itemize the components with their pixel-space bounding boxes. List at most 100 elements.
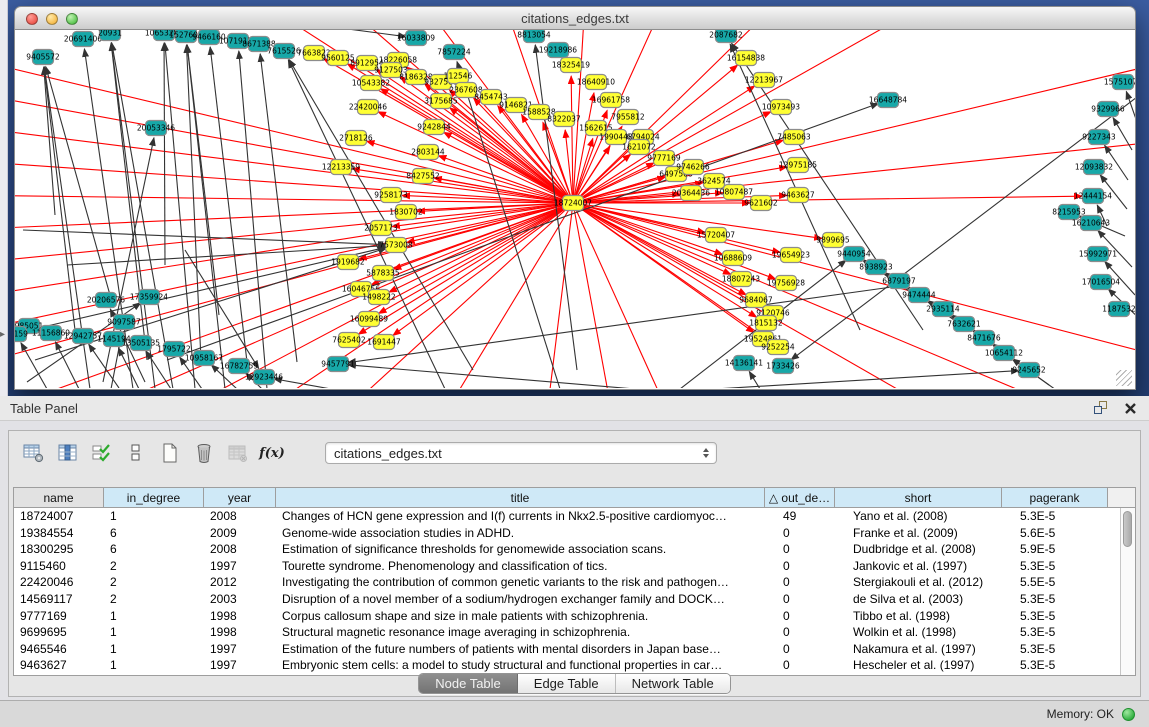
- graph-node[interactable]: 16210643: [1072, 216, 1110, 231]
- table-row[interactable]: 1938455462009Genome-wide association stu…: [14, 525, 1120, 542]
- close-window-button[interactable]: [26, 13, 38, 25]
- graph-node[interactable]: 7857224: [437, 45, 471, 60]
- graph-node[interactable]: 1815132: [749, 316, 783, 331]
- graph-node[interactable]: 17016504: [1082, 275, 1120, 290]
- graph-node[interactable]: 2057173: [364, 221, 398, 236]
- graph-node[interactable]: 22420046: [349, 100, 387, 115]
- column-header-title[interactable]: title: [276, 488, 765, 507]
- table-row[interactable]: 977716911998Corpus callosum shape and si…: [14, 608, 1120, 625]
- table-row[interactable]: 969969511998Structural magnetic resonanc…: [14, 624, 1120, 641]
- graph-node[interactable]: 10958167: [185, 351, 223, 366]
- graph-node[interactable]: 9329966: [1091, 102, 1125, 117]
- column-header-pagerank[interactable]: pagerank: [1002, 488, 1108, 507]
- graph-node[interactable]: 16782759: [220, 359, 258, 374]
- function-builder-icon[interactable]: f(x): [257, 439, 287, 467]
- network-window-titlebar[interactable]: citations_edges.txt: [14, 6, 1136, 30]
- close-panel-icon[interactable]: [1124, 402, 1137, 415]
- graph-node[interactable]: 7615526: [267, 44, 301, 59]
- table-settings-icon[interactable]: [19, 439, 49, 467]
- graph-node[interactable]: 8471676: [967, 331, 1001, 346]
- zoom-window-button[interactable]: [66, 13, 78, 25]
- new-table-icon[interactable]: [155, 439, 185, 467]
- graph-node[interactable]: 20053346: [137, 121, 175, 136]
- graph-node[interactable]: 16033809: [397, 31, 435, 46]
- table-row[interactable]: 2242004622012Investigating the contribut…: [14, 574, 1120, 591]
- graph-node[interactable]: 16099489: [350, 312, 388, 327]
- graph-node[interactable]: 2803144: [411, 145, 445, 160]
- import-table-icon[interactable]: [223, 439, 253, 467]
- network-canvas[interactable]: 1872400776638229560125891295418226058912…: [14, 30, 1136, 390]
- graph-node[interactable]: 18325419: [552, 58, 590, 73]
- graph-node[interactable]: 14136141: [725, 356, 763, 371]
- graph-node[interactable]: 9245652: [1012, 363, 1046, 378]
- graph-node[interactable]: 2718126: [339, 131, 373, 146]
- table-scrollbar-thumb[interactable]: [1123, 511, 1132, 547]
- graph-node[interactable]: 12923446: [245, 370, 283, 385]
- window-resize-grip[interactable]: [1116, 370, 1132, 386]
- graph-node[interactable]: 12975185: [779, 158, 817, 173]
- unselect-rows-icon[interactable]: [121, 439, 151, 467]
- network-view-window[interactable]: citations_edges.txt 18724007766382295601…: [14, 6, 1136, 390]
- table-scrollbar[interactable]: [1120, 508, 1135, 675]
- column-header-short[interactable]: short: [835, 488, 1002, 507]
- graph-node[interactable]: 10973493: [762, 100, 800, 115]
- graph-node[interactable]: 1830702: [389, 205, 423, 220]
- graph-node[interactable]: 9227343: [1082, 130, 1116, 145]
- graph-node[interactable]: 2935114: [926, 302, 960, 317]
- graph-node[interactable]: 16154838: [727, 51, 765, 66]
- graph-node[interactable]: 19218986: [539, 43, 577, 58]
- graph-node[interactable]: 20691406: [64, 32, 102, 47]
- table-row[interactable]: 1456911722003Disruption of a novel membe…: [14, 591, 1120, 608]
- graph-node[interactable]: 10688609: [714, 251, 752, 266]
- graph-node[interactable]: 10543382: [352, 76, 390, 91]
- graph-node[interactable]: 19756928: [767, 276, 805, 291]
- graph-node[interactable]: 12213967: [745, 73, 783, 88]
- graph-node[interactable]: 12093832: [1075, 160, 1113, 175]
- graph-node[interactable]: 9440954: [837, 247, 871, 262]
- table-column-icon[interactable]: [53, 439, 83, 467]
- graph-node[interactable]: 15992971: [1079, 247, 1117, 262]
- table-row[interactable]: 1830029562008Estimation of significance …: [14, 541, 1120, 558]
- graph-node[interactable]: 10654112: [985, 346, 1023, 361]
- graph-node[interactable]: 7485063: [777, 130, 811, 145]
- tab-node-table[interactable]: Node Table: [419, 674, 518, 693]
- graph-node[interactable]: 8938923: [859, 260, 893, 275]
- delete-table-icon[interactable]: [189, 439, 219, 467]
- graph-node[interactable]: 112546: [444, 69, 473, 84]
- graph-node[interactable]: 19654923: [772, 248, 810, 263]
- graph-node[interactable]: 9252254: [761, 340, 795, 355]
- graph-node[interactable]: 20931: [98, 30, 122, 41]
- column-header-name[interactable]: name: [14, 488, 104, 507]
- graph-node[interactable]: 1691447: [367, 335, 401, 350]
- graph-node[interactable]: 9405572: [26, 50, 60, 65]
- graph-node[interactable]: 39159: [15, 327, 28, 342]
- graph-node[interactable]: 9474444: [902, 288, 936, 303]
- graph-node[interactable]: 18640910: [577, 75, 615, 90]
- column-header-year[interactable]: year: [204, 488, 276, 507]
- column-header-in_degree[interactable]: in_degree: [104, 488, 204, 507]
- float-panel-icon[interactable]: [1094, 401, 1110, 415]
- graph-node[interactable]: 17359924: [130, 290, 168, 305]
- graph-node[interactable]: 1733426: [766, 359, 800, 374]
- graph-node[interactable]: 7955812: [611, 110, 645, 125]
- graph-node[interactable]: 9621602: [744, 196, 778, 211]
- graph-node[interactable]: 1498222: [362, 290, 396, 305]
- graph-node[interactable]: 7632621: [947, 317, 981, 332]
- column-header-out_degree[interactable]: △ out_de…: [765, 488, 835, 507]
- network-table-select[interactable]: citations_edges.txt: [325, 442, 717, 464]
- graph-node[interactable]: 1187532: [1102, 302, 1135, 317]
- table-row[interactable]: 911546021997Tourette syndrome. Phenomeno…: [14, 558, 1120, 575]
- table-row[interactable]: 1872400712008Changes of HCN gene express…: [14, 508, 1120, 525]
- graph-node[interactable]: 15751074: [1104, 75, 1135, 90]
- graph-node[interactable]: 8322037: [547, 112, 581, 127]
- minimize-window-button[interactable]: [46, 13, 58, 25]
- graph-node[interactable]: 12444154: [1074, 189, 1112, 204]
- graph-node[interactable]: 16961758: [592, 93, 630, 108]
- tab-edge-table[interactable]: Edge Table: [518, 674, 616, 693]
- graph-node[interactable]: 8813054: [517, 30, 551, 43]
- table-row[interactable]: 946554611997Estimation of the future num…: [14, 641, 1120, 658]
- select-rows-icon[interactable]: [87, 439, 117, 467]
- graph-node[interactable]: 7573008: [379, 238, 413, 253]
- tab-network-table[interactable]: Network Table: [616, 674, 730, 693]
- graph-node[interactable]: 18807243: [722, 272, 760, 287]
